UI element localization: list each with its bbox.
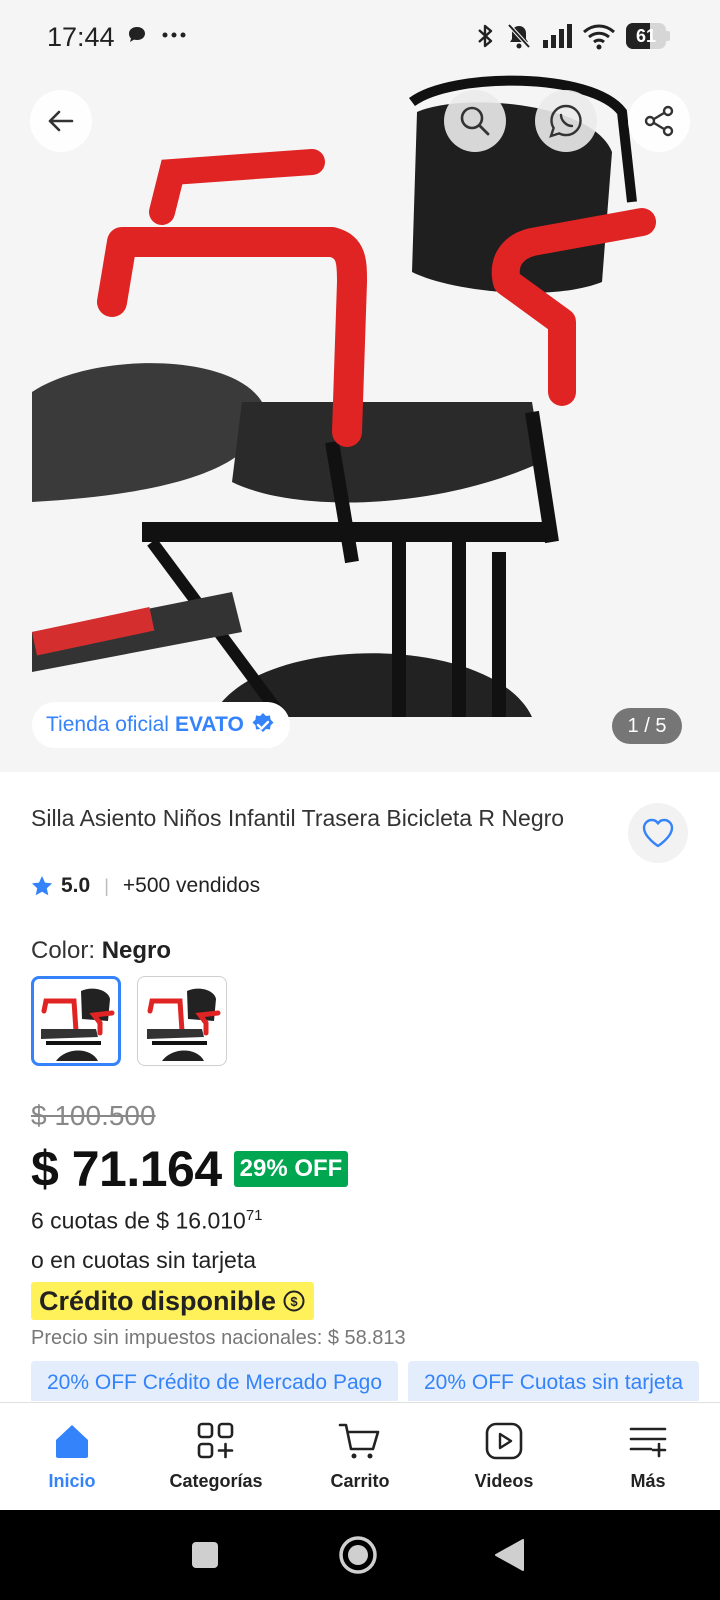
- color-value: Negro: [101, 937, 172, 964]
- rating-score: 5.0: [61, 874, 91, 897]
- status-left-icons: [126, 24, 186, 46]
- promo-card-installments[interactable]: 20% OFF Cuotas sin tarjeta: [408, 1361, 700, 1401]
- signal-icon: [543, 24, 572, 48]
- color-swatch-option[interactable]: [137, 976, 227, 1066]
- back-system-icon[interactable]: [494, 1539, 524, 1571]
- discount-badge: 29% OFF: [233, 1151, 349, 1187]
- nav-item-mas[interactable]: Más: [576, 1403, 720, 1510]
- svg-text:$: $: [290, 1294, 298, 1309]
- favorite-button[interactable]: [628, 803, 688, 863]
- official-store-badge[interactable]: Tienda oficial EVATO: [32, 702, 290, 748]
- star-icon: [31, 876, 53, 896]
- nav-item-carrito[interactable]: Carrito: [288, 1403, 432, 1510]
- search-button[interactable]: [444, 90, 506, 152]
- nav-label-inicio: Inicio: [48, 1471, 96, 1491]
- status-time: 17:44: [47, 22, 115, 52]
- swatch-thumbnail: [142, 981, 222, 1061]
- official-store-prefix: Tienda oficial: [46, 713, 169, 736]
- search-icon: [460, 106, 490, 136]
- nav-label-carrito: Carrito: [330, 1471, 390, 1491]
- tax-note: Precio sin impuestos nacionales: $ 58.81…: [31, 1327, 406, 1349]
- product-image[interactable]: [32, 72, 692, 717]
- installments-alt[interactable]: o en cuotas sin tarjeta: [31, 1247, 256, 1274]
- wifi-icon: [583, 24, 615, 50]
- product-gallery[interactable]: Tienda oficial EVATO 1 / 5: [0, 72, 720, 772]
- nav-item-videos[interactable]: Videos: [432, 1403, 576, 1510]
- swatch-thumbnail: [36, 981, 116, 1061]
- verified-badge-icon: [252, 713, 274, 732]
- official-store-name: EVATO: [174, 713, 244, 736]
- price-row: $ 71.164 29% OFF: [31, 1140, 349, 1198]
- promo-strip[interactable]: 20% OFF Crédito de Mercado Pago 20% OFF …: [31, 1361, 700, 1401]
- color-selector-label: Color: Negro: [31, 937, 171, 965]
- color-swatch-selected[interactable]: [31, 976, 121, 1066]
- back-icon: [48, 110, 74, 132]
- share-icon: [644, 105, 674, 137]
- bell-muted-icon: [507, 23, 531, 49]
- more-dots-icon: [162, 32, 186, 38]
- menu-plus-icon: [629, 1427, 667, 1458]
- recent-apps-icon[interactable]: [191, 1541, 219, 1569]
- battery-level: 61: [635, 26, 657, 46]
- whatsapp-icon: [549, 104, 582, 138]
- whatsapp-share-button[interactable]: [535, 90, 597, 152]
- bluetooth-icon: [478, 24, 493, 48]
- cart-icon: [338, 1423, 380, 1459]
- current-price: $ 71.164: [31, 1141, 222, 1197]
- chat-bubble-icon: [129, 27, 145, 42]
- home-icon: [56, 1425, 88, 1458]
- rating-row[interactable]: 5.0 | +500 vendidos: [31, 874, 260, 898]
- share-button[interactable]: [628, 90, 690, 152]
- bottom-navigation: Inicio Categorías Carrito Videos Más: [0, 1402, 720, 1510]
- play-icon: [485, 1422, 523, 1460]
- promo-card-credit[interactable]: 20% OFF Crédito de Mercado Pago: [31, 1361, 398, 1401]
- installments-cents: 71: [245, 1207, 263, 1224]
- image-counter: 1 / 5: [612, 708, 682, 744]
- nav-label-categorias: Categorías: [169, 1471, 263, 1491]
- categories-icon: [197, 1422, 234, 1459]
- home-system-icon[interactable]: [338, 1535, 378, 1575]
- rating-separator: |: [104, 875, 109, 896]
- heart-icon: [642, 818, 674, 848]
- original-price: $ 100.500: [31, 1100, 156, 1131]
- nav-item-inicio[interactable]: Inicio: [0, 1403, 144, 1510]
- nav-item-categorias[interactable]: Categorías: [144, 1403, 288, 1510]
- battery-indicator: 61: [626, 23, 670, 49]
- status-right-icons: 61: [474, 22, 670, 50]
- status-bar: 17:44 61: [0, 0, 720, 72]
- installments-text[interactable]: 6 cuotas de $ 16.01071: [31, 1207, 263, 1235]
- credit-badge-label: Crédito disponible: [39, 1285, 277, 1316]
- credit-coin-icon: $: [283, 1290, 305, 1312]
- nav-label-mas: Más: [630, 1471, 666, 1491]
- installments-amount: 6 cuotas de $ 16.010: [31, 1207, 246, 1234]
- nav-label-videos: Videos: [474, 1471, 534, 1491]
- back-button[interactable]: [30, 90, 92, 152]
- color-label-text: Color:: [31, 937, 96, 964]
- sold-count: +500 vendidos: [122, 874, 261, 897]
- product-title: Silla Asiento Niños Infantil Trasera Bic…: [31, 805, 565, 831]
- credit-available-badge[interactable]: Crédito disponible $: [31, 1282, 315, 1320]
- system-navigation-bar: [0, 1510, 720, 1600]
